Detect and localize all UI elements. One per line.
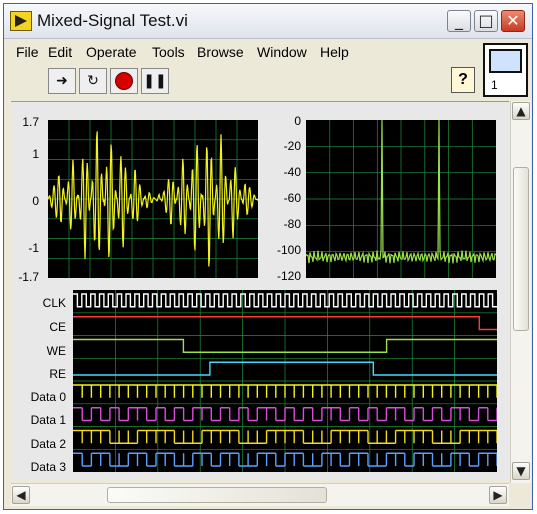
vertical-scroll-thumb[interactable] (513, 167, 529, 331)
time-y-tick: 1 (32, 147, 39, 161)
vi-icon-screen (489, 49, 522, 73)
title-bar[interactable]: Mixed-Signal Test.vi _ □ ✕ (4, 4, 532, 39)
digital-trace-data2 (73, 429, 497, 444)
digital-trace-clk (73, 293, 497, 308)
spectrum-graph[interactable] (306, 120, 496, 278)
digital-signal-label: Data 3 (30, 460, 66, 474)
digital-signal-label: Data 1 (30, 413, 66, 427)
context-help-button[interactable]: ? (451, 67, 475, 93)
vertical-scrollbar[interactable]: ▲ ▼ (510, 101, 531, 483)
spectrum-y-tick: -120 (276, 269, 301, 283)
digital-signal-label: CLK (42, 296, 66, 310)
menu-tools[interactable]: Tools (152, 44, 185, 60)
run-button[interactable]: ➜ (48, 68, 76, 94)
scroll-left-button[interactable]: ◀ (12, 486, 30, 504)
maximize-button[interactable]: □ (474, 10, 498, 32)
digital-waveform-graph[interactable] (73, 290, 497, 472)
menu-file[interactable]: File (16, 44, 39, 60)
run-continuously-button[interactable]: ↻ (79, 68, 107, 94)
menu-edit[interactable]: Edit (48, 44, 72, 60)
connector-pane-icon[interactable]: 1 (483, 43, 528, 97)
menu-browse[interactable]: Browse (197, 44, 244, 60)
scroll-up-button[interactable]: ▲ (512, 102, 530, 120)
window-title: Mixed-Signal Test.vi (37, 11, 188, 30)
close-button[interactable]: ✕ (501, 10, 525, 32)
digital-signal-label: CE (49, 320, 66, 334)
horizontal-scroll-thumb[interactable] (107, 487, 327, 503)
pause-icon: ❚❚ (143, 73, 167, 89)
spectrum-y-tick: -20 (283, 139, 301, 153)
run-continuously-icon: ↻ (87, 73, 99, 89)
digital-trace-data3 (73, 452, 497, 467)
horizontal-scrollbar[interactable]: ◀ ▶ (11, 483, 509, 506)
time-domain-graph[interactable] (48, 120, 258, 278)
menu-operate[interactable]: Operate (86, 44, 137, 60)
time-y-tick: 0 (32, 194, 39, 208)
time-y-tick: 1.7 (22, 115, 39, 129)
labview-vi-icon (10, 11, 32, 31)
front-panel: 1.7 1 0 -1 -1.7 0 -20 -40 -60 -80 -100 -… (11, 101, 509, 480)
run-arrow-icon: ➜ (56, 73, 68, 89)
spectrum-y-tick: -80 (283, 217, 301, 231)
digital-trace-data0 (73, 384, 497, 398)
connector-number: 1 (491, 78, 498, 92)
abort-icon (115, 72, 133, 90)
digital-signal-label: WE (46, 344, 66, 358)
scroll-down-button[interactable]: ▼ (512, 462, 530, 480)
labview-window: Mixed-Signal Test.vi _ □ ✕ File Edit Ope… (3, 3, 533, 510)
spectrum-y-tick: 0 (294, 114, 301, 128)
digital-trace-data1 (73, 407, 497, 422)
minimize-button[interactable]: _ (447, 10, 471, 32)
digital-signal-label: RE (49, 367, 66, 381)
spectrum-y-tick: -100 (276, 243, 301, 257)
menu-window[interactable]: Window (257, 44, 307, 60)
toolbar: ➜ ↻ ❚❚ (4, 66, 474, 98)
abort-button[interactable] (110, 68, 138, 94)
scroll-right-button[interactable]: ▶ (489, 486, 507, 504)
time-y-tick: -1 (28, 241, 39, 255)
menu-help[interactable]: Help (320, 44, 349, 60)
menu-bar: File Edit Operate Tools Browse Window He… (4, 39, 474, 65)
spectrum-y-tick: -60 (283, 191, 301, 205)
time-y-tick: -1.7 (18, 270, 39, 284)
digital-signal-label: Data 2 (30, 437, 66, 451)
pause-button[interactable]: ❚❚ (141, 68, 169, 94)
spectrum-y-tick: -40 (283, 165, 301, 179)
digital-signal-label: Data 0 (30, 390, 66, 404)
